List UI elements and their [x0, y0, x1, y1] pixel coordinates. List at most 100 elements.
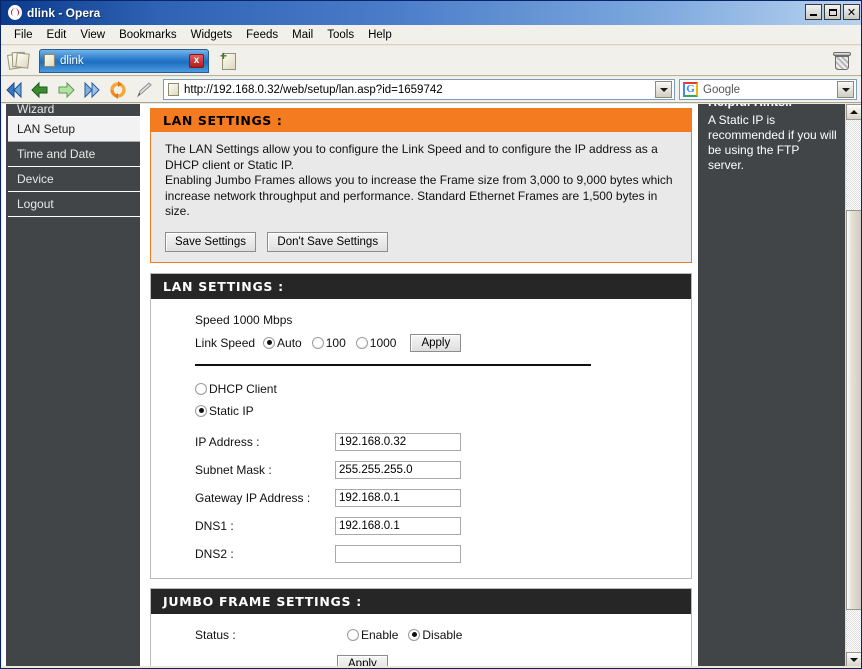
- arrow-right-icon: [58, 81, 75, 98]
- link-speed-radio-1000[interactable]: [355, 336, 368, 349]
- dns2-input[interactable]: [335, 544, 461, 563]
- page-viewport: Wizard LAN Setup Time and Date Device Lo…: [2, 104, 861, 668]
- pencil-icon: [136, 81, 152, 97]
- rewind-button[interactable]: [1, 78, 27, 102]
- reload-icon: [110, 80, 126, 99]
- link-speed-label-100: 100: [325, 335, 346, 350]
- dns2-row: DNS2 :: [151, 540, 691, 568]
- hints-title: Helpful Hints..: [708, 104, 837, 111]
- ip-address-input[interactable]: 192.168.0.32: [335, 432, 461, 451]
- tab-title: dlink: [60, 54, 84, 67]
- menu-item-widgets[interactable]: Widgets: [184, 27, 240, 43]
- subnet-mask-row: Subnet Mask : 255.255.255.0: [151, 456, 691, 484]
- hints-text: A Static IP is recommended if you will b…: [708, 113, 837, 172]
- title-bar: dlink - Opera ✕: [1, 1, 861, 25]
- section-divider: [195, 363, 591, 366]
- page-icon: [168, 83, 179, 96]
- gateway-ip-address-label: Gateway IP Address :: [195, 490, 311, 505]
- menu-item-mail[interactable]: Mail: [285, 27, 320, 43]
- link-speed-label: Link Speed: [195, 335, 256, 350]
- jumbo-radio-disable[interactable]: [408, 628, 421, 641]
- google-g-icon: G: [683, 82, 698, 97]
- reload-button[interactable]: [105, 78, 131, 102]
- search-input[interactable]: G Google: [679, 79, 857, 100]
- dns1-label: DNS1 :: [195, 518, 234, 533]
- sidebar-item-wizard[interactable]: Wizard: [8, 104, 140, 117]
- tab-stack-icon[interactable]: [7, 49, 33, 73]
- dns1-row: DNS1 : 192.168.0.1: [151, 512, 691, 540]
- minimize-button[interactable]: [805, 4, 822, 20]
- page-scrollbar[interactable]: [845, 104, 861, 668]
- forward-button[interactable]: [53, 78, 79, 102]
- gateway-ip-address-row: Gateway IP Address : 192.168.0.1: [151, 484, 691, 512]
- dlink-admin-page: Wizard LAN Setup Time and Date Device Lo…: [2, 104, 845, 668]
- opera-browser-window: dlink - Opera ✕ File Edit View Bookmarks…: [0, 0, 862, 669]
- search-placeholder: Google: [703, 83, 741, 96]
- static-ip-row: Static IP: [151, 400, 691, 422]
- link-speed-apply-button[interactable]: Apply: [410, 333, 462, 352]
- lan-panel-heading: LAN SETTINGS :: [151, 273, 691, 299]
- dns1-input[interactable]: 192.168.0.1: [335, 516, 461, 535]
- jumbo-label-disable: Disable: [422, 627, 463, 642]
- back-button[interactable]: [27, 78, 53, 102]
- address-dropdown-button[interactable]: [655, 81, 672, 98]
- scrollbar-thumb[interactable]: [846, 210, 861, 610]
- jumbo-status-label: Status :: [195, 627, 236, 642]
- lan-settings-intro-panel: LAN SETTINGS : The LAN Settings allow yo…: [150, 108, 692, 263]
- main-content: LAN SETTINGS : The LAN Settings allow yo…: [140, 104, 698, 668]
- ip-address-label: IP Address :: [195, 434, 260, 449]
- sidebar-item-time-and-date[interactable]: Time and Date: [8, 142, 140, 167]
- search-engine-dropdown-button[interactable]: [837, 81, 854, 98]
- sidebar-item-device[interactable]: Device: [8, 167, 140, 192]
- speed-status-row: Speed 1000 Mbps: [151, 309, 691, 331]
- maximize-button[interactable]: [824, 4, 841, 20]
- dhcp-client-row: DHCP Client: [151, 378, 691, 400]
- jumbo-radio-enable[interactable]: [347, 628, 359, 641]
- ip-address-row: IP Address : 192.168.0.32: [151, 428, 691, 456]
- sidebar-item-logout[interactable]: Logout: [8, 192, 140, 217]
- link-speed-label-auto: Auto: [277, 335, 302, 350]
- intro-panel-heading: LAN SETTINGS :: [151, 109, 691, 132]
- menu-item-edit[interactable]: Edit: [40, 27, 74, 43]
- link-speed-radio-100[interactable]: [311, 336, 324, 349]
- double-arrow-right-icon: [84, 81, 100, 98]
- fast-forward-button[interactable]: [79, 78, 105, 102]
- link-speed-row: Link Speed Auto 100 1000 Apply: [151, 331, 691, 355]
- gateway-ip-address-input[interactable]: 192.168.0.1: [335, 488, 461, 507]
- menu-item-view[interactable]: View: [73, 27, 112, 43]
- sidebar-nav: Wizard LAN Setup Time and Date Device Lo…: [2, 104, 140, 668]
- tab-bar: dlink x +: [1, 46, 861, 76]
- scroll-up-icon[interactable]: [846, 104, 861, 120]
- new-tab-icon[interactable]: +: [219, 50, 241, 72]
- window-controls: ✕: [805, 4, 860, 20]
- arrow-left-icon: [31, 81, 48, 98]
- jumbo-panel-heading: JUMBO FRAME SETTINGS :: [151, 588, 691, 614]
- subnet-mask-input[interactable]: 255.255.255.0: [335, 460, 461, 479]
- close-icon[interactable]: x: [189, 53, 204, 68]
- jumbo-apply-row: Apply: [151, 646, 691, 668]
- lan-settings-panel: LAN SETTINGS : Speed 1000 Mbps Link Spee…: [150, 272, 692, 579]
- jumbo-label-enable: Enable: [361, 627, 399, 642]
- opera-logo-icon: [7, 5, 23, 21]
- mode-radio-dhcp-client[interactable]: [195, 382, 207, 395]
- mode-radio-static-ip[interactable]: [195, 404, 207, 417]
- helpful-hints-sidebar: Helpful Hints.. A Static IP is recommend…: [698, 104, 845, 668]
- sidebar-item-lan-setup[interactable]: LAN Setup: [8, 117, 140, 142]
- tab-dlink[interactable]: dlink x: [39, 48, 209, 73]
- menu-item-bookmarks[interactable]: Bookmarks: [112, 27, 184, 43]
- mode-label-static-ip: Static IP: [209, 403, 254, 418]
- subnet-mask-label: Subnet Mask :: [195, 462, 272, 477]
- close-button[interactable]: ✕: [843, 4, 860, 20]
- save-settings-button[interactable]: Save Settings: [165, 231, 256, 252]
- address-url-text: http://192.168.0.32/web/setup/lan.asp?id…: [184, 83, 443, 96]
- address-input[interactable]: http://192.168.0.32/web/setup/lan.asp?id…: [163, 79, 675, 100]
- double-arrow-left-icon: [6, 81, 22, 98]
- menu-item-tools[interactable]: Tools: [320, 27, 361, 43]
- menu-item-help[interactable]: Help: [361, 27, 399, 43]
- trash-icon[interactable]: [833, 50, 853, 72]
- dont-save-settings-button[interactable]: Don't Save Settings: [267, 231, 389, 252]
- menu-item-file[interactable]: File: [7, 27, 40, 43]
- edit-button[interactable]: [131, 78, 157, 102]
- link-speed-radio-auto[interactable]: [263, 336, 276, 349]
- menu-item-feeds[interactable]: Feeds: [239, 27, 285, 43]
